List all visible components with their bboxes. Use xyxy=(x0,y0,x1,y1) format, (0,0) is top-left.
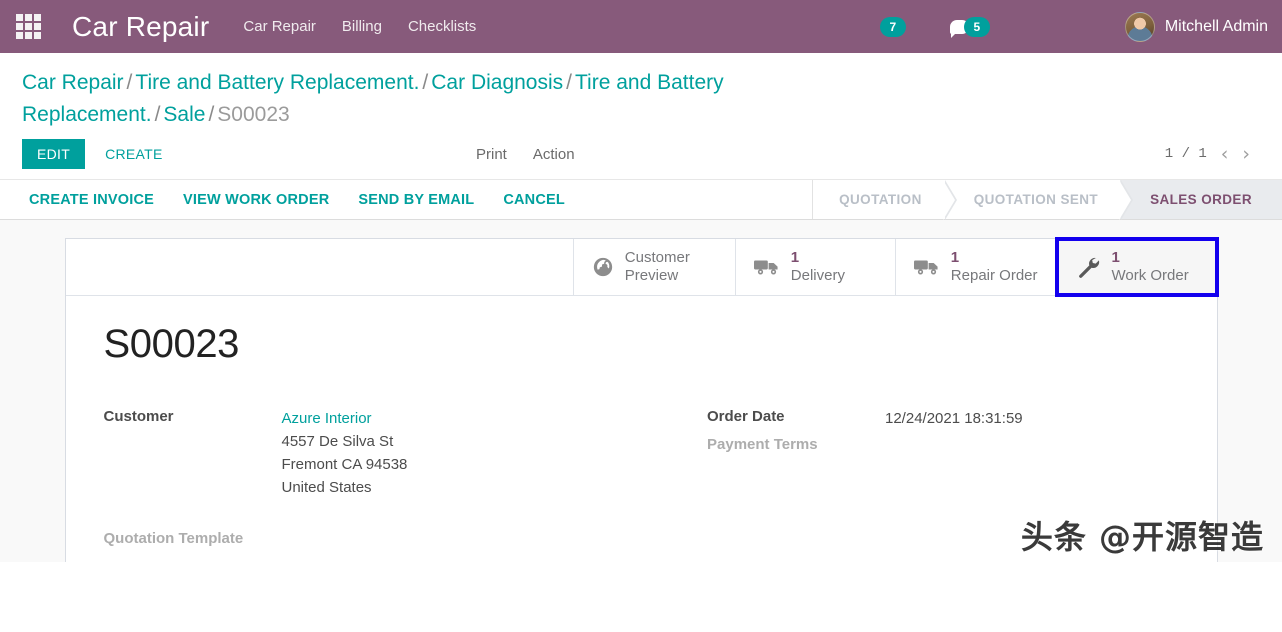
activity-counter[interactable]: 7 xyxy=(879,16,906,37)
chevron-right-icon[interactable]: › xyxy=(1242,144,1250,164)
field-value-customer: Azure Interior 4557 De Silva St Fremont … xyxy=(282,407,408,499)
page-title: S00023 xyxy=(103,322,240,366)
truck-icon xyxy=(753,257,780,277)
breadcrumb-item-sale[interactable]: Sale xyxy=(163,103,205,126)
breadcrumb-separator: / xyxy=(566,71,572,94)
apps-grid-icon[interactable] xyxy=(16,13,42,40)
messaging-counter[interactable]: 5 xyxy=(963,16,990,37)
breadcrumb-separator: / xyxy=(422,71,429,94)
field-label-customer: Customer xyxy=(103,408,174,425)
user-name-label[interactable]: Mitchell Admin xyxy=(1165,18,1268,36)
send-by-email-button[interactable]: SEND BY EMAIL xyxy=(358,192,474,208)
sheet-body: S00023 Customer Azure Interior 4557 De S… xyxy=(66,296,1217,561)
avatar xyxy=(1124,11,1155,42)
breadcrumb-separator: / xyxy=(154,103,161,126)
breadcrumb-item-tire-and-battery-replacement[interactable]: Tire and Battery Replacement. xyxy=(135,71,419,94)
field-label-payment-terms: Payment Terms xyxy=(707,436,818,453)
chevron-left-icon[interactable]: ‹ xyxy=(1221,144,1229,164)
breadcrumb: Car Repair / Tire and Battery Replacement.… xyxy=(0,53,960,133)
field-label-quotation-template: Quotation Template xyxy=(103,530,244,547)
smart-button-text: 1 Work Order xyxy=(1112,249,1189,284)
activity-menu[interactable]: 7 xyxy=(879,16,906,37)
action-menu-button[interactable]: Action xyxy=(533,146,575,163)
globe-icon xyxy=(592,256,614,278)
smart-bar-spacer xyxy=(66,239,574,295)
smart-button-label: Work Order xyxy=(1111,267,1189,284)
pager-count: 1 / 1 xyxy=(1164,146,1207,162)
wrench-icon xyxy=(1075,255,1101,279)
statusbar-row: CREATE INVOICE VIEW WORK ORDER SEND BY E… xyxy=(0,179,1282,220)
breadcrumb-separator: / xyxy=(208,103,215,126)
user-menu[interactable]: Mitchell Admin xyxy=(1124,11,1268,42)
status-stage-quotation-sent[interactable]: QUOTATION SENT xyxy=(943,180,1134,220)
create-invoice-button[interactable]: CREATE INVOICE xyxy=(29,192,154,208)
object-buttons: CREATE INVOICE VIEW WORK ORDER SEND BY E… xyxy=(0,180,812,219)
field-payment-terms: Payment Terms xyxy=(707,435,1179,453)
truck-icon xyxy=(913,257,940,277)
record-pager: 1 / 1 ‹ › xyxy=(1164,144,1260,164)
record-sheet: Customer Preview 1 Delivery 1 Repair Ord… xyxy=(64,237,1219,562)
status-stage-sales-order[interactable]: SALES ORDER xyxy=(1120,180,1282,219)
customer-address-line-2: Fremont CA 94538 xyxy=(281,456,408,473)
create-button[interactable]: CREATE xyxy=(91,140,177,168)
field-quotation-template: Quotation Template xyxy=(104,529,642,547)
smart-button-customer-preview[interactable]: Customer Preview xyxy=(573,239,736,295)
messaging-menu[interactable]: 5 xyxy=(949,16,990,38)
status-stage-quotation[interactable]: QUOTATION xyxy=(813,180,957,220)
field-value-order-date[interactable]: 12/24/2021 18:31:59 xyxy=(885,407,1023,430)
smart-button-label: Repair Order xyxy=(950,267,1038,284)
control-panel: EDIT CREATE Print Action 1 / 1 ‹ › xyxy=(0,133,1282,179)
navbar-right: 7 5 Mitchell Admin xyxy=(879,11,1268,42)
breadcrumb-separator: / xyxy=(126,71,133,94)
smart-button-text: 1 Repair Order xyxy=(951,249,1038,284)
form-column-left: Customer Azure Interior 4557 De Silva St… xyxy=(104,407,642,551)
customer-address-line-1: 4557 De Silva St xyxy=(281,433,394,450)
breadcrumb-item-car-diagnosis[interactable]: Car Diagnosis xyxy=(431,71,563,94)
statusbar: QUOTATION QUOTATION SENT SALES ORDER xyxy=(812,180,1282,220)
smart-button-work-order[interactable]: 1 Work Order xyxy=(1054,237,1219,297)
app-brand-title[interactable]: Car Repair xyxy=(72,11,209,43)
field-label-order-date: Order Date xyxy=(707,408,785,425)
breadcrumb-item-current: S00023 xyxy=(217,103,290,126)
field-customer: Customer Azure Interior 4557 De Silva St… xyxy=(104,407,642,499)
print-menu-button[interactable]: Print xyxy=(476,146,507,163)
top-navbar: Car Repair Car Repair Billing Checklists… xyxy=(0,0,1282,53)
edit-button[interactable]: EDIT xyxy=(22,139,86,169)
smart-button-label: Customer Preview xyxy=(624,249,690,284)
smart-button-value: 1 xyxy=(950,249,960,267)
menu-item-billing[interactable]: Billing xyxy=(342,18,382,35)
smart-button-value: 1 xyxy=(1111,249,1120,267)
view-work-order-button[interactable]: VIEW WORK ORDER xyxy=(183,192,329,208)
smart-button-text: Customer Preview xyxy=(625,249,717,284)
customer-address-line-3: United States xyxy=(281,479,372,496)
form-content-area: Customer Preview 1 Delivery 1 Repair Ord… xyxy=(0,220,1282,562)
breadcrumb-item-car-repair[interactable]: Car Repair xyxy=(22,71,124,94)
main-menu: Car Repair Billing Checklists xyxy=(243,18,476,35)
smart-button-text: 1 Delivery xyxy=(791,249,845,284)
smart-button-delivery[interactable]: 1 Delivery xyxy=(735,239,896,295)
menu-item-checklists[interactable]: Checklists xyxy=(408,18,476,35)
smart-button-label: Delivery xyxy=(790,267,845,284)
form-column-right: Order Date 12/24/2021 18:31:59 Payment T… xyxy=(641,407,1179,551)
smart-button-value: 1 xyxy=(790,249,800,267)
cancel-button[interactable]: CANCEL xyxy=(503,192,565,208)
smart-button-bar: Customer Preview 1 Delivery 1 Repair Ord… xyxy=(65,237,1219,297)
menu-item-car-repair[interactable]: Car Repair xyxy=(243,18,316,35)
form-grid: Customer Azure Interior 4557 De Silva St… xyxy=(104,407,1179,551)
control-panel-dropdowns: Print Action xyxy=(476,146,575,163)
field-order-date: Order Date 12/24/2021 18:31:59 xyxy=(707,407,1179,430)
customer-link[interactable]: Azure Interior xyxy=(282,407,408,430)
smart-button-repair-order[interactable]: 1 Repair Order xyxy=(895,239,1057,295)
